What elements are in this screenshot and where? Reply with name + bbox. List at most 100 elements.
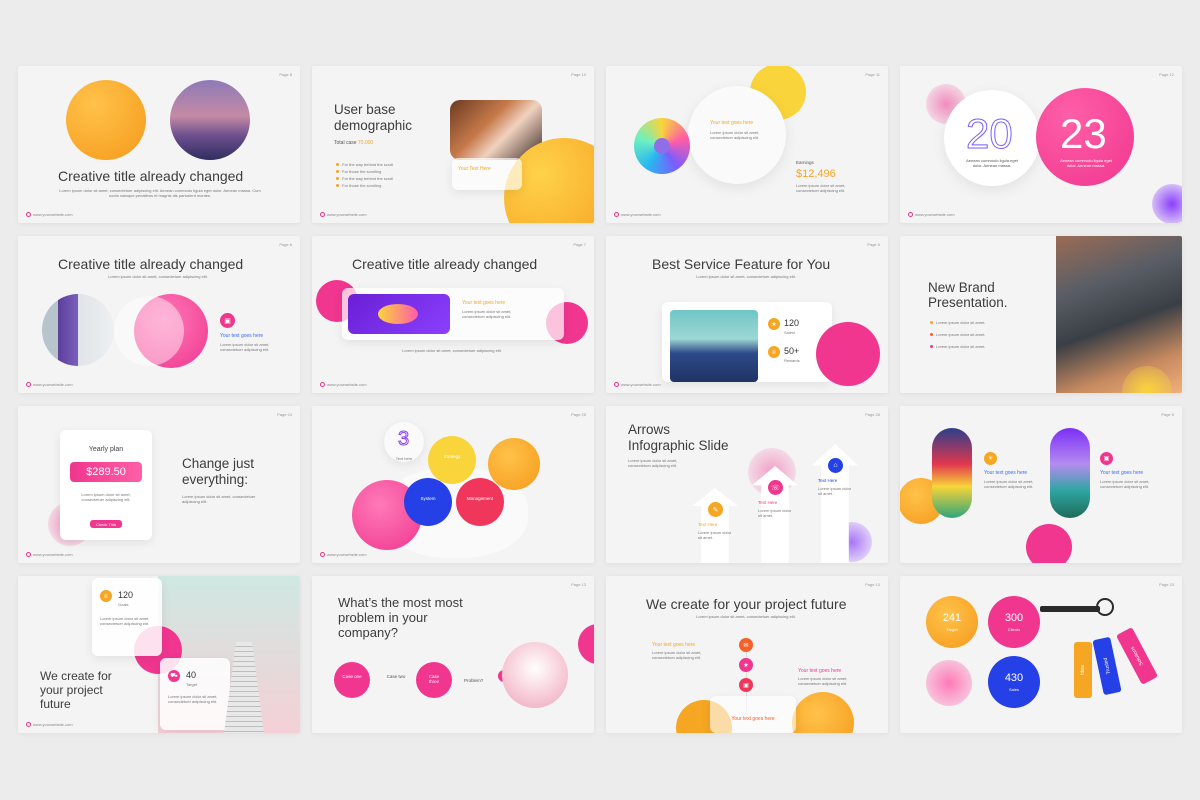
page-number: Page 8 [279, 72, 292, 77]
page-number: Page 5 [1161, 412, 1174, 417]
slide-thumbnail-13[interactable]: ♕ 120 Goals Lorem ipsum dolor sit amet, … [18, 576, 300, 733]
slide-title-line2: Infographic Slide [628, 438, 729, 453]
star-icon: ★ [739, 658, 753, 672]
slide-footer: www.yourwebsite.com [26, 722, 73, 727]
slide-footer: www.yourwebsite.com [26, 552, 73, 557]
slide-footer: www.yourwebsite.com [614, 382, 661, 387]
slide-thumbnail-16[interactable]: Page 23 241 Target 300 Clients 430 Sales… [900, 576, 1182, 733]
purple-photo-circle [42, 294, 114, 366]
slide-title-line3: company? [338, 625, 398, 640]
glass-card [452, 158, 522, 190]
accent-text: Your text goes here [710, 120, 754, 126]
slide-title-line1: Arrows [628, 422, 671, 437]
slide-title: We create for your project future [646, 596, 847, 612]
search-icon [614, 212, 619, 217]
slide-footer: www.yourwebsite.com [320, 552, 367, 557]
slide-title-line2: problem in your [338, 610, 428, 625]
stat2-label: Clients [1007, 627, 1021, 632]
headline-line3: future [40, 697, 71, 711]
chat-icon: ✉ [739, 638, 753, 652]
case-two-label: Case two [386, 674, 406, 679]
accent-text: Your text goes here [462, 300, 506, 306]
box-icon: ▣ [739, 678, 753, 692]
slide-thumbnail-4[interactable]: Page 12 20 23 Aenean commodo ligula eget… [900, 66, 1182, 223]
earnings-label: Earnings [796, 160, 814, 165]
slide-footer: www.yourwebsite.com [908, 212, 955, 217]
slide-thumbnail-1[interactable]: Page 8 Creative title already changed Lo… [18, 66, 300, 223]
slide-thumbnail-5[interactable]: Page 6 Creative title already changed Lo… [18, 236, 300, 393]
slide-title: Creative title already changed [58, 168, 244, 184]
key-icon [1040, 606, 1100, 612]
city-photo-circle [170, 80, 250, 160]
statue-photo-circle [502, 642, 568, 708]
slide-thumbnail-2[interactable]: Page 10 User base demographic Total case… [312, 66, 594, 223]
pink-glow [926, 660, 972, 706]
management-label: Management [466, 496, 494, 501]
bullet-3: For the way behind the scroll [336, 176, 393, 181]
architecture-photo [1056, 236, 1182, 393]
system-bubble [404, 478, 452, 526]
slide-title-line2: demographic [334, 118, 413, 133]
stat1-label: Target [946, 627, 958, 632]
arrow-1-body: Lorem ipsum dolor sit amet. [698, 530, 732, 540]
bullet-2: For those the scrolling [336, 169, 381, 174]
year-left-text: Aenean commodo ligula eget dolor. Aenean… [966, 158, 1018, 168]
search-icon [26, 722, 31, 727]
bullet-3: Lorem ipsum dolor sit amet. [930, 344, 985, 349]
year-right: 23 [1060, 110, 1107, 157]
search-icon [320, 212, 325, 217]
accent-body: Lorem ipsum dolor sit amet, consectetuer… [220, 342, 270, 352]
slide-thumbnail-3[interactable]: Page 11 Your text goes here Lorem ipsum … [606, 66, 888, 223]
slide-thumbnail-15[interactable]: Page 13 We create for your project futur… [606, 576, 888, 733]
bullet-1: Lorem ipsum dolor sit amet. [930, 320, 985, 325]
slide-thumbnail-8[interactable]: New Brand Presentation. Lorem ipsum dolo… [900, 236, 1182, 393]
search-icon [26, 382, 31, 387]
arrow-2-label: Text Here [758, 500, 778, 505]
accent-text-1: Your text goes here [652, 642, 696, 648]
slide-thumbnail-14[interactable]: Page 13 What’s the most most problem in … [312, 576, 594, 733]
stat1-body: Lorem ipsum dolor sit amet, consectetuer… [100, 616, 150, 626]
slide-thumbnail-12[interactable]: Page 5 ☀ Your text goes here Lorem ipsum… [900, 406, 1182, 563]
stat2-body: Lorem ipsum dolor sit amet, consectetuer… [168, 694, 218, 704]
page-number: Page 23 [1159, 582, 1174, 587]
orange-circle-right [792, 692, 854, 733]
page-number: Page 25 [571, 412, 586, 417]
accent-text-3: Your text goes here [731, 716, 775, 722]
slide-title-line1: New Brand [928, 280, 995, 295]
page-number: Page 10 [571, 72, 586, 77]
page-number: Page 12 [1159, 72, 1174, 77]
search-icon [26, 212, 31, 217]
accent-body: Lorem ipsum dolor sit amet, consectetuer… [710, 130, 760, 140]
cart-icon: ⛟ [168, 670, 180, 682]
slide-thumbnail-11[interactable]: Page 28 Arrows Infographic Slide Lorem i… [606, 406, 888, 563]
orange-circle [488, 438, 540, 490]
accent-text: Your text goes here [220, 333, 264, 339]
slide-subtitle: Lorem ipsum dolor sit amet, consectetuer… [108, 274, 208, 279]
gift-icon: ▣ [1100, 452, 1113, 465]
system-label: System [420, 496, 436, 501]
accent-text: Your Text Here [458, 166, 491, 172]
check-this-button[interactable]: Check This [90, 520, 122, 528]
slide-title-line1: What’s the most most [338, 595, 463, 610]
headline-line1: Change just [182, 456, 255, 471]
trophy-icon: ♕ [768, 346, 780, 358]
arrow-3-label: Text Here [818, 478, 838, 483]
slide-thumbnail-7[interactable]: Page 6 Best Service Feature for You Lore… [606, 236, 888, 393]
total-case: Total case 70.000 [334, 140, 374, 146]
slide-thumbnail-9[interactable]: Page 24 Yearly plan $289.50 Lorem ipsum … [18, 406, 300, 563]
headline-line2: everything: [182, 472, 249, 487]
slide-subtitle: Lorem ipsum dolor sit amet, consectetuer… [696, 614, 796, 619]
accent-body-left: Lorem ipsum dolor sit amet, consectetuer… [984, 479, 1034, 489]
case-one-label: Case one [342, 674, 362, 679]
stat2-label: Rewards [784, 358, 800, 363]
slide-title-line1: User base [334, 102, 396, 117]
slide-body: Lorem ipsum dolor sit amet, consectetuer… [59, 188, 261, 198]
stat2-label: Target [186, 682, 198, 687]
slide-title: Best Service Feature for You [652, 256, 831, 272]
slide-footer: www.yourwebsite.com [320, 212, 367, 217]
slide-title: Creative title already changed [352, 256, 538, 272]
slide-thumbnail-10[interactable]: Page 25 3 Text here Strategy System Mana… [312, 406, 594, 563]
slide-subtitle: Lorem ipsum dolor sit amet, consectetuer… [696, 274, 796, 279]
search-icon [908, 212, 913, 217]
slide-thumbnail-6[interactable]: Page 7 Creative title already changed Yo… [312, 236, 594, 393]
